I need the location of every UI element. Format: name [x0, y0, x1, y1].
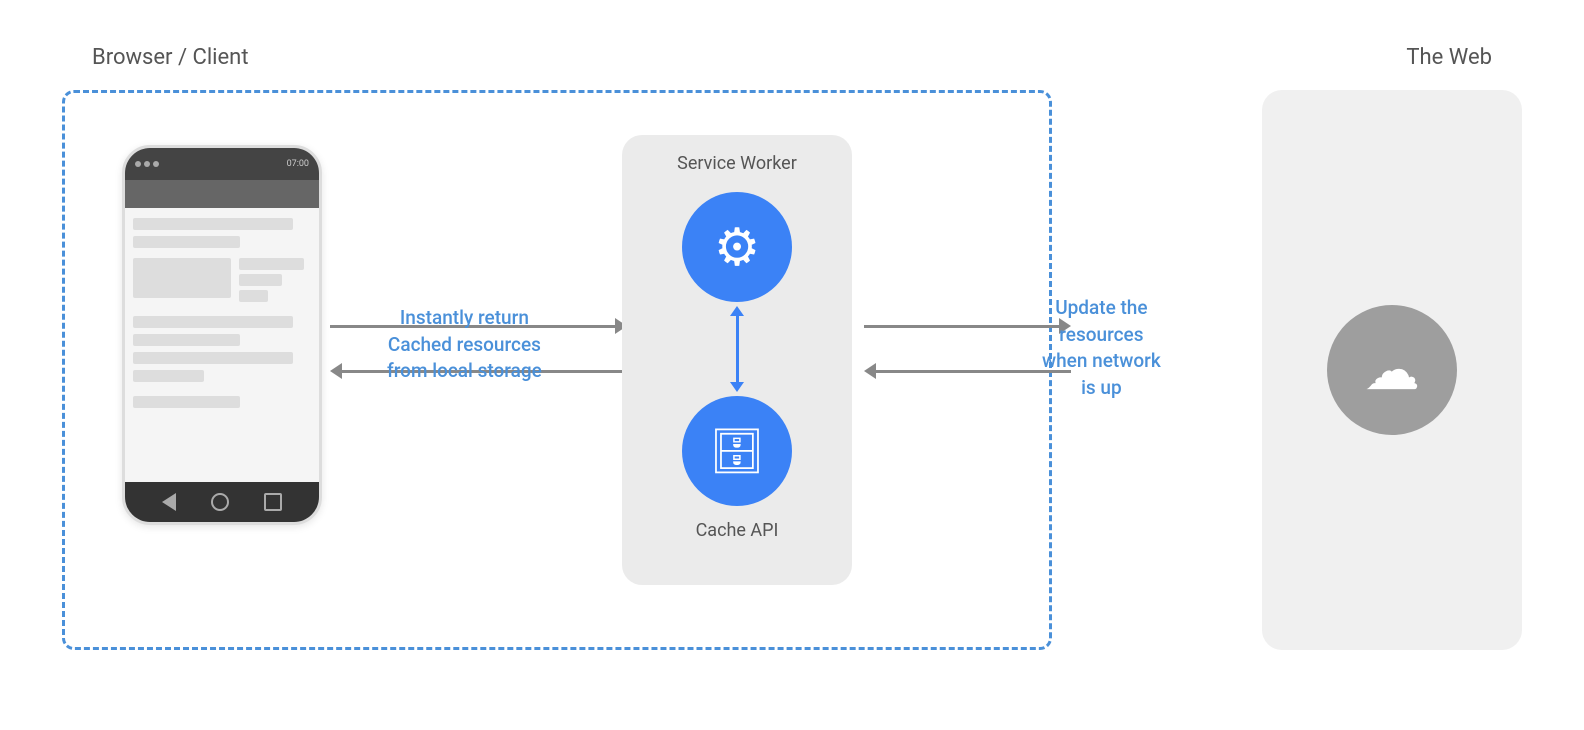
content-line-7 — [133, 334, 240, 346]
arrow-line-sw-web — [864, 325, 1059, 328]
is-up-text: is up — [1042, 375, 1161, 402]
the-web-label: The Web — [1406, 45, 1492, 70]
nav-home-icon — [211, 493, 229, 511]
phone-mockup: 07:00 — [122, 145, 322, 525]
content-line-2 — [133, 236, 240, 248]
content-line-6 — [133, 316, 293, 328]
database-icon: 🗄 — [709, 425, 765, 477]
update-the-text: Update the — [1042, 295, 1161, 322]
database-icon-circle: 🗄 — [682, 396, 792, 506]
arrow-sw-to-web — [864, 318, 1071, 334]
content-line-10 — [133, 396, 240, 408]
nav-recent-icon — [264, 493, 282, 511]
content-block — [133, 258, 231, 298]
phone-time: 07:00 — [287, 159, 309, 169]
content-line-4 — [239, 274, 282, 286]
phone-toolbar — [125, 180, 319, 208]
content-line-9 — [133, 370, 204, 382]
sw-vertical-arrow-line — [736, 314, 739, 384]
resources-text: resources — [1042, 322, 1161, 349]
browser-client-label: Browser / Client — [92, 45, 249, 70]
gear-icon: ⚙ — [714, 217, 761, 278]
signal-dot-1 — [135, 161, 141, 167]
content-line-8 — [133, 352, 293, 364]
arrow-web-to-sw — [864, 363, 1071, 379]
cloud-icon-circle: ☁ — [1327, 305, 1457, 435]
cached-resources-label: Instantly return Cached resources from l… — [387, 305, 542, 385]
phone-status-bar: 07:00 — [125, 148, 319, 180]
arrow-head-left-2 — [864, 363, 876, 379]
service-worker-box: Service Worker ⚙ 🗄 Cache API — [622, 135, 852, 585]
when-network-text: when network — [1042, 348, 1161, 375]
service-worker-label: Service Worker — [677, 153, 797, 174]
content-line-5 — [239, 290, 268, 302]
arrow-head-left-1 — [330, 363, 342, 379]
cached-resources-text: Cached resources — [387, 332, 542, 359]
phone-status-icons — [135, 161, 159, 167]
signal-dot-3 — [153, 161, 159, 167]
instantly-return-text: Instantly return — [387, 305, 542, 332]
content-line-3 — [239, 258, 304, 270]
gear-icon-circle: ⚙ — [682, 192, 792, 302]
phone-nav-bar — [125, 482, 319, 522]
content-line-1 — [133, 218, 293, 230]
update-resources-label: Update the resources when network is up — [1042, 295, 1161, 401]
sw-vertical-arrow — [736, 314, 739, 384]
web-box: ☁ — [1262, 90, 1522, 650]
signal-dot-2 — [144, 161, 150, 167]
cloud-icon: ☁ — [1364, 337, 1420, 403]
diagram-container: Browser / Client The Web 07:00 — [32, 25, 1552, 705]
cache-api-label: Cache API — [696, 520, 779, 541]
phone-content — [125, 208, 319, 482]
from-local-storage-text: from local storage — [387, 358, 542, 385]
nav-back-icon — [162, 493, 176, 511]
